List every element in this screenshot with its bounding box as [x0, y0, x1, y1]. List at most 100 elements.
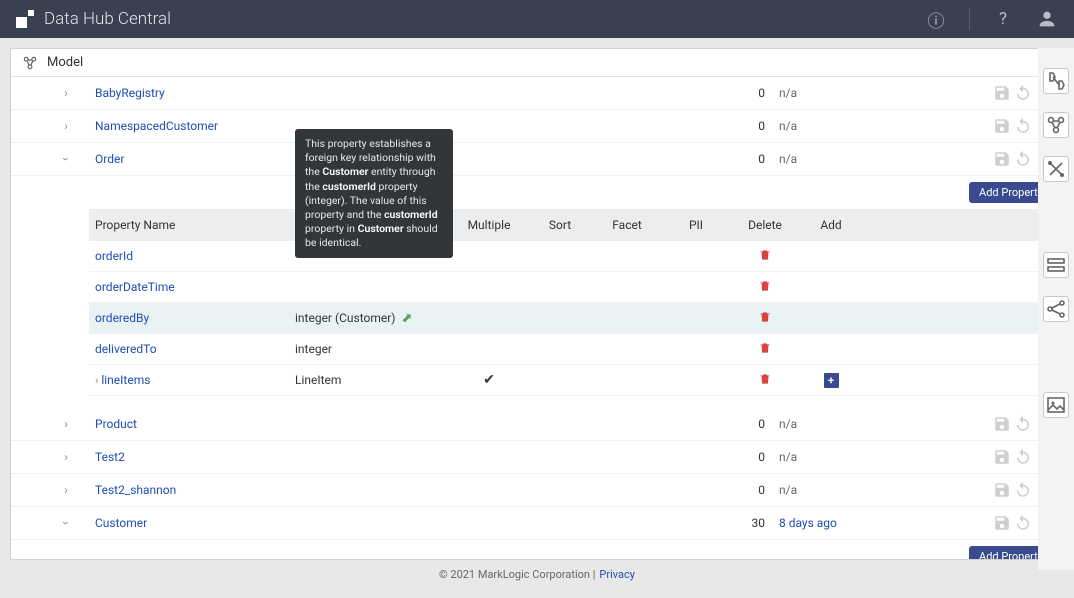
- sidebar-tool-share-icon[interactable]: [1043, 296, 1069, 322]
- entity-timestamp[interactable]: 8 days ago: [765, 516, 855, 530]
- property-type: integer: [289, 342, 449, 356]
- info-icon[interactable]: ⓘ: [925, 8, 947, 30]
- save-icon: [993, 514, 1011, 532]
- entity-row: › Test2 0 n/a: [11, 441, 1063, 474]
- entity-count: 0: [735, 119, 765, 133]
- user-icon[interactable]: [1036, 8, 1058, 30]
- help-icon[interactable]: ?: [992, 8, 1014, 30]
- entity-actions: [855, 117, 1053, 135]
- property-table-header: Property Name Multiple Sort Facet PII De…: [89, 209, 1053, 241]
- entity-row: › Customer 30 8 days ago: [11, 507, 1063, 540]
- col-delete: Delete: [729, 218, 801, 232]
- entity-name[interactable]: Order: [95, 152, 124, 166]
- property-table: Property Name Multiple Sort Facet PII De…: [89, 209, 1053, 396]
- divider: [969, 8, 970, 30]
- model-icon: [21, 54, 39, 72]
- chevron-right-icon[interactable]: ›: [59, 86, 73, 100]
- property-row: orderId: [89, 241, 1053, 272]
- property-name[interactable]: deliveredTo: [89, 342, 289, 356]
- save-icon: [993, 84, 1011, 102]
- chevron-down-icon[interactable]: ›: [59, 152, 73, 166]
- save-icon: [993, 150, 1011, 168]
- entity-name[interactable]: Test2: [95, 450, 125, 464]
- sidebar-tool-image-icon[interactable]: [1043, 392, 1069, 418]
- property-row: orderedBy integer (Customer) ⬈: [89, 303, 1053, 334]
- entity-timestamp: n/a: [765, 152, 855, 166]
- sidebar-tool-run-icon[interactable]: [1043, 68, 1069, 94]
- footer-copyright: © 2021 MarkLogic Corporation |: [439, 568, 595, 581]
- panel-body[interactable]: › BabyRegistry 0 n/a › NamespacedCustome…: [11, 77, 1063, 559]
- chevron-down-icon[interactable]: ›: [59, 516, 73, 530]
- sidebar-tool-grid-icon[interactable]: [1043, 252, 1069, 278]
- chevron-right-icon[interactable]: ›: [59, 483, 73, 497]
- right-sidebar: [1038, 48, 1074, 570]
- property-type: integer (Customer) ⬈: [289, 311, 449, 326]
- entity-actions: [855, 481, 1053, 499]
- revert-icon: [1014, 514, 1032, 532]
- entity-name[interactable]: Test2_shannon: [95, 483, 176, 497]
- entity-count: 30: [735, 516, 765, 530]
- app-logo-icon: [16, 10, 34, 28]
- property-name[interactable]: orderDateTime: [89, 280, 289, 294]
- entity-count: 0: [735, 450, 765, 464]
- trash-icon[interactable]: [758, 279, 772, 293]
- entity-timestamp: n/a: [765, 483, 855, 497]
- entity-actions: [855, 415, 1053, 433]
- sidebar-tool-link-icon[interactable]: [1043, 156, 1069, 182]
- entity-name[interactable]: Customer: [95, 516, 147, 530]
- entity-timestamp: n/a: [765, 86, 855, 100]
- entity-actions: [855, 84, 1053, 102]
- property-type: LineItem: [289, 373, 449, 387]
- footer-privacy-link[interactable]: Privacy: [599, 568, 635, 581]
- property-row: ›lineItems LineItem ✔ +: [89, 365, 1053, 396]
- revert-icon: [1014, 150, 1032, 168]
- entity-count: 0: [735, 152, 765, 166]
- col-facet: Facet: [591, 218, 663, 232]
- entity-actions: [855, 514, 1053, 532]
- entity-row: › Product 0 n/a: [11, 408, 1063, 441]
- revert-icon: [1014, 84, 1032, 102]
- trash-icon[interactable]: [758, 341, 772, 355]
- entity-count: 0: [735, 86, 765, 100]
- entity-row: › NamespacedCustomer 0 n/a: [11, 110, 1063, 143]
- revert-icon: [1014, 448, 1032, 466]
- trash-icon[interactable]: [758, 372, 772, 386]
- trash-icon[interactable]: [758, 310, 772, 324]
- sidebar-tool-model-icon[interactable]: [1043, 112, 1069, 138]
- add-property-row: Add Property: [11, 540, 1063, 559]
- property-row: orderDateTime: [89, 272, 1053, 303]
- save-icon: [993, 448, 1011, 466]
- tooltip: This property establishes a foreign key …: [295, 129, 453, 258]
- chevron-right-icon[interactable]: ›: [59, 417, 73, 431]
- entity-name[interactable]: NamespacedCustomer: [95, 119, 218, 133]
- trash-icon[interactable]: [758, 248, 772, 262]
- chevron-right-icon[interactable]: ›: [59, 119, 73, 133]
- entity-row: › Order 0 n/a: [11, 143, 1063, 176]
- chevron-right-icon[interactable]: ›: [95, 374, 98, 387]
- col-add: Add: [801, 218, 861, 232]
- entity-name[interactable]: Product: [95, 417, 137, 431]
- entity-count: 0: [735, 483, 765, 497]
- add-property-row: Add Property: [11, 176, 1063, 209]
- col-multiple: Multiple: [449, 218, 529, 232]
- property-name[interactable]: orderId: [89, 249, 289, 263]
- entity-timestamp: n/a: [765, 450, 855, 464]
- property-row: deliveredTo integer: [89, 334, 1053, 365]
- entity-name[interactable]: BabyRegistry: [95, 86, 165, 100]
- save-icon: [993, 117, 1011, 135]
- model-panel: Model ✕ › BabyRegistry 0 n/a › Namespace…: [10, 48, 1064, 560]
- property-name[interactable]: ›lineItems: [89, 373, 289, 387]
- entity-actions: [855, 150, 1053, 168]
- revert-icon: [1014, 117, 1032, 135]
- top-bar: Data Hub Central ⓘ ?: [0, 0, 1074, 38]
- entity-count: 0: [735, 417, 765, 431]
- main-area: Model ✕ › BabyRegistry 0 n/a › Namespace…: [0, 38, 1074, 560]
- save-icon: [993, 415, 1011, 433]
- entity-timestamp: n/a: [765, 417, 855, 431]
- property-name[interactable]: orderedBy: [89, 311, 289, 325]
- app-title: Data Hub Central: [44, 9, 171, 29]
- entity-actions: [855, 448, 1053, 466]
- plus-icon[interactable]: +: [824, 373, 839, 388]
- foreign-key-icon: ⬈: [401, 311, 412, 326]
- chevron-right-icon[interactable]: ›: [59, 450, 73, 464]
